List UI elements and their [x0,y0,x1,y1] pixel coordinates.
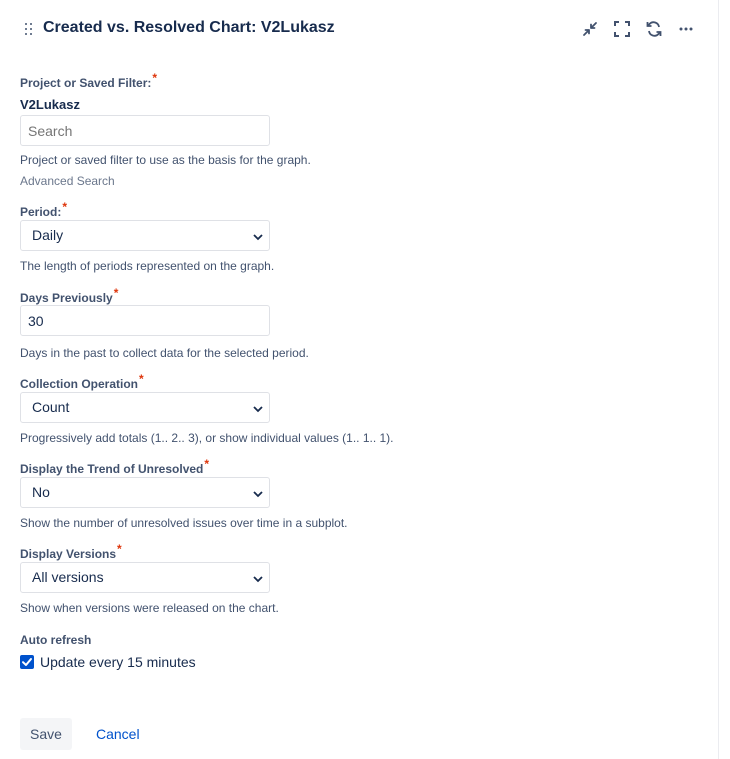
display-versions-label: Display Versions* [20,542,122,561]
period-help: The length of periods represented on the… [20,259,275,273]
days-previously-label: Days Previously* [20,286,119,305]
auto-refresh-label: Auto refresh [20,633,92,647]
period-select[interactable]: Daily [20,220,270,251]
collection-operation-label: Collection Operation* [20,372,144,391]
required-marker: * [139,372,144,386]
period-select-value: Daily [32,227,64,243]
gadget-title: Created vs. Resolved Chart: V2Lukasz [43,19,335,36]
auto-refresh-checkbox-label[interactable]: Update every 15 minutes [40,654,196,670]
refresh-icon[interactable] [644,19,664,39]
save-button[interactable]: Save [20,718,72,750]
project-filter-label: Project or Saved Filter:* [20,71,158,90]
days-previously-input[interactable] [20,305,270,336]
display-versions-value: All versions [32,569,104,585]
drag-handle-icon[interactable] [24,22,34,36]
required-marker: * [152,71,158,85]
days-previously-help: Days in the past to collect data for the… [20,346,309,360]
cancel-button[interactable]: Cancel [88,718,148,750]
selected-project-name: V2Lukasz [20,97,80,112]
project-filter-help: Project or saved filter to use as the ba… [20,153,311,167]
advanced-search-link[interactable]: Advanced Search [20,174,115,188]
trend-unresolved-label: Display the Trend of Unresolved* [20,457,210,476]
chevron-down-icon [252,572,264,584]
panel-border [718,0,719,759]
checkmark-icon [22,658,32,666]
trend-unresolved-value: No [32,484,50,500]
collection-operation-value: Count [32,399,70,415]
auto-refresh-checkbox[interactable] [20,655,34,669]
project-search-input[interactable] [20,115,270,146]
fullscreen-icon[interactable] [612,19,632,39]
collection-operation-help: Progressively add totals (1.. 2.. 3), or… [20,431,394,445]
chevron-down-icon [252,230,264,242]
required-marker: * [117,542,122,556]
required-marker: * [113,286,119,300]
gadget-config-panel: Created vs. Resolved Chart: V2Lukasz Pro… [0,0,730,759]
trend-unresolved-help: Show the number of unresolved issues ove… [20,516,348,530]
trend-unresolved-select[interactable]: No [20,477,270,508]
gadget-header: Created vs. Resolved Chart: V2Lukasz [0,0,718,58]
required-marker: * [204,457,210,471]
chevron-down-icon [252,487,264,499]
collection-operation-select[interactable]: Count [20,392,270,423]
display-versions-help: Show when versions were released on the … [20,601,279,615]
period-label: Period:* [20,200,68,219]
display-versions-select[interactable]: All versions [20,562,270,593]
minimize-icon[interactable] [580,19,600,39]
required-marker: * [62,200,68,214]
chevron-down-icon [252,402,264,414]
more-icon[interactable] [676,19,696,39]
